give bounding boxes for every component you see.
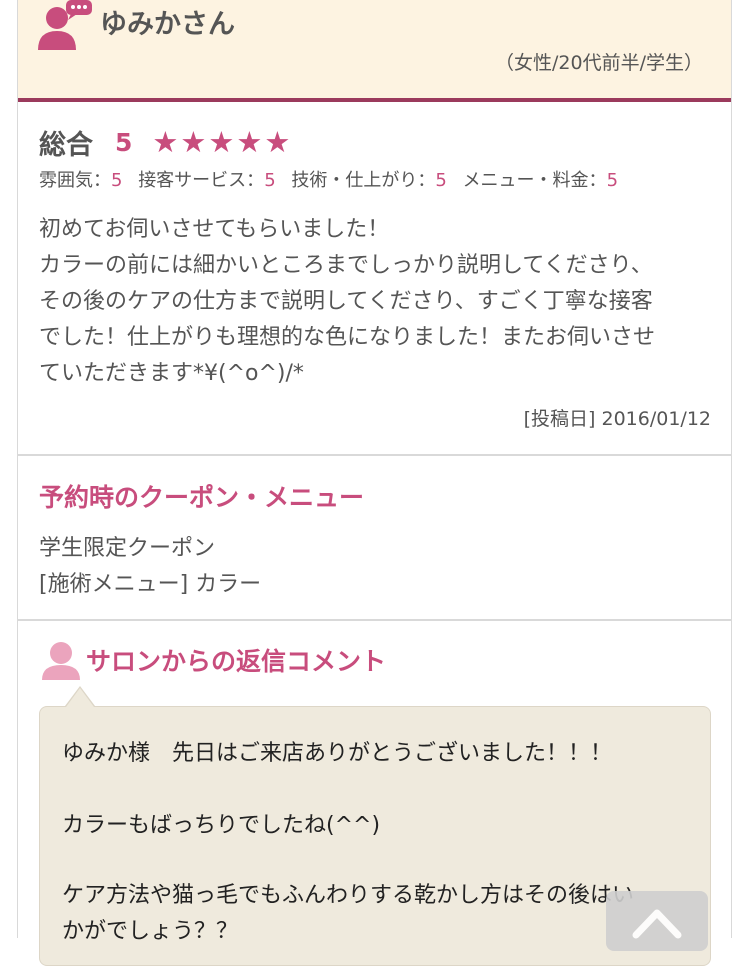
review-line: 初めてお伺いさせてもらいました！: [39, 217, 390, 242]
treatment-menu: [施術メニュー] カラー: [39, 572, 262, 597]
review-line: でした！仕上がりも理想的な色になりました！またお伺いさせ: [39, 325, 656, 350]
reply-header: サロンからの返信コメント: [42, 640, 386, 680]
posted-date: [投稿日] 2016/01/12: [523, 408, 711, 430]
coupon-name: 学生限定クーポン: [39, 536, 216, 561]
coupon-title: 予約時のクーポン・メニュー: [39, 483, 365, 512]
user-chat-icon: [38, 0, 92, 50]
reply-paragraph: カラーもばっちりでしたね(^^): [62, 813, 381, 838]
overall-label: 総合: [39, 129, 93, 161]
reviewer-header: ゆみかさん （女性/20代前半/学生）: [18, 0, 731, 102]
reviewer-name: ゆみかさん: [100, 9, 235, 40]
subscore-value: 5: [606, 170, 619, 191]
review-line: カラーの前には細かいところまでしっかり説明してくださり、: [39, 253, 653, 278]
reply-paragraph: ケア方法や猫っ毛でもふんわりする乾かし方はその後はい: [62, 883, 635, 908]
reply-title: サロンからの返信コメント: [86, 647, 387, 676]
subscore-value: 5: [264, 170, 276, 191]
reviewer-meta: （女性/20代前半/学生）: [495, 52, 703, 74]
subscore-label: 接客サービス：: [138, 170, 265, 191]
bubble-tail: [66, 688, 94, 707]
review-line: ていただきます*¥(^o^)/*: [39, 361, 304, 386]
subscore-label: メニュー・料金：: [462, 170, 607, 191]
subscore-value: 5: [435, 170, 447, 191]
overall-rating: 総合 5 ★★★★★: [39, 122, 292, 162]
overall-score: 5: [115, 127, 133, 157]
user-icon: [42, 642, 80, 680]
review-body: 初めてお伺いさせてもらいました！ カラーの前には細かいところまでしっかり説明して…: [39, 212, 719, 392]
reply-paragraph: かがでしょう？？: [62, 919, 239, 944]
review-line: その後のケアの仕方まで説明してくださり、すごく丁寧な接客: [39, 289, 653, 314]
review-section: 総合 5 ★★★★★ 雰囲気：5 接客サービス：5 技術・仕上がり：5 メニュー…: [18, 102, 731, 456]
reply-paragraph: ゆみか様 先日はご来店ありがとうございました！！！: [62, 741, 613, 766]
subscore-label: 技術・仕上がり：: [291, 170, 436, 191]
chevron-up-icon: [632, 909, 682, 939]
star-rating-icon: ★★★★★: [152, 125, 293, 159]
review-card: ゆみかさん （女性/20代前半/学生） 総合 5 ★★★★★ 雰囲気：5 接客サ…: [17, 0, 732, 966]
subscore-value: 5: [111, 170, 123, 191]
coupon-section: 予約時のクーポン・メニュー 学生限定クーポン [施術メニュー] カラー: [18, 456, 731, 621]
subscore-label: 雰囲気：: [39, 170, 111, 191]
scroll-to-top-button[interactable]: [606, 891, 708, 951]
subscores: 雰囲気：5 接客サービス：5 技術・仕上がり：5 メニュー・料金：5: [39, 166, 628, 192]
